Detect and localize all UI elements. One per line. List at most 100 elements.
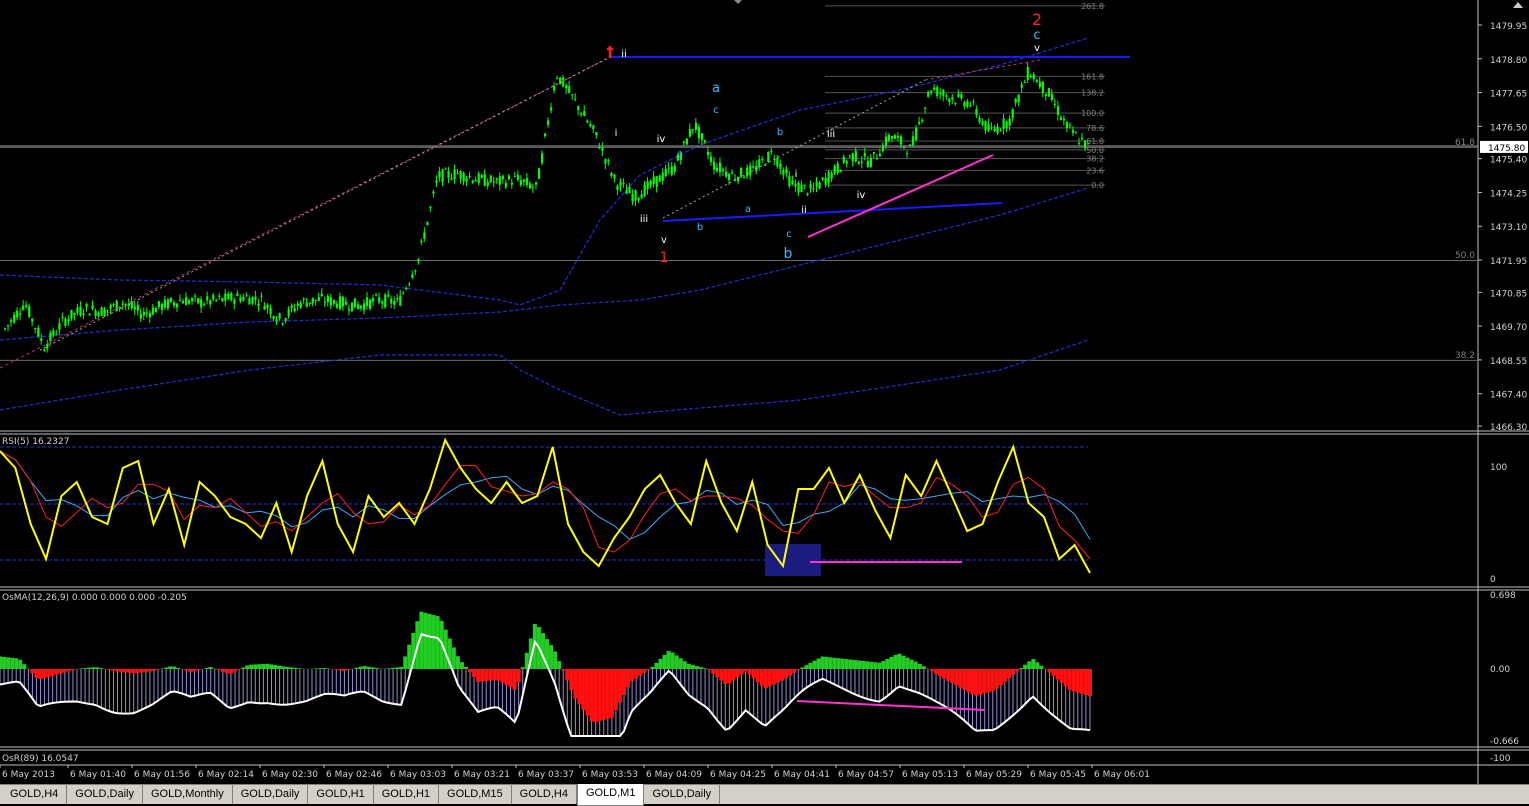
tab-gold-m1[interactable]: GOLD,M1 — [577, 784, 645, 806]
osma-bar — [521, 667, 525, 669]
osma-bar — [646, 669, 650, 670]
tab-gold-h1[interactable]: GOLD,H1 — [308, 785, 373, 804]
osma-scale-label: -0.666 — [1490, 737, 1519, 747]
candle-body — [1003, 118, 1005, 129]
osma-bar — [197, 669, 201, 670]
osma-bar — [837, 658, 841, 669]
candle-body — [336, 304, 338, 308]
candle-body — [49, 333, 51, 341]
osma-bar — [999, 669, 1003, 685]
osma-bar — [553, 652, 557, 669]
tab-gold-monthly[interactable]: GOLD,Monthly — [143, 785, 233, 804]
candle-body — [143, 312, 145, 315]
osma-bar — [432, 615, 436, 669]
osma-bar — [265, 664, 269, 669]
tab-gold-m15[interactable]: GOLD,M15 — [439, 785, 512, 804]
osma-bar — [821, 656, 825, 669]
fib-level-label: 50.0 — [1455, 251, 1475, 261]
envelope-line — [0, 38, 1088, 305]
osma-bar — [825, 657, 829, 669]
candle-body — [499, 176, 501, 185]
osma-bar — [225, 669, 229, 673]
fib-right-label: 38.2 — [1086, 155, 1104, 164]
tab-gold-h1[interactable]: GOLD,H1 — [374, 785, 439, 804]
osma-bar — [800, 667, 804, 669]
osma-bar — [902, 656, 906, 669]
price-tick-label: 1477.65 — [1490, 90, 1527, 100]
candle-body — [212, 295, 214, 300]
osma-pane[interactable]: OsMA(12,26,9) 0.000 0.000 0.000 -0.2050.… — [0, 591, 1519, 747]
tab-gold-h4[interactable]: GOLD,H4 — [2, 785, 67, 804]
osma-bar — [480, 669, 484, 682]
candle-body — [767, 152, 769, 162]
candle-body — [58, 323, 60, 330]
candle-body — [776, 158, 778, 167]
osma-bar — [776, 669, 780, 683]
osma-bar — [594, 669, 598, 722]
osma-bar — [472, 669, 476, 677]
candle-body — [327, 296, 329, 302]
osma-bar — [1031, 659, 1035, 669]
osma-bar — [2, 657, 6, 669]
candle-body — [671, 166, 673, 175]
osma-bar — [355, 668, 359, 669]
tab-gold-daily[interactable]: GOLD,Daily — [233, 785, 309, 804]
rsi-pane[interactable]: RSI(5) 16.23271000 — [0, 437, 1507, 585]
scroll-marker-icon[interactable] — [734, 0, 742, 4]
wave-label: i — [615, 128, 618, 139]
rsi-line[interactable] — [0, 440, 1090, 573]
support-trendline[interactable] — [663, 203, 1002, 221]
candle-body — [984, 121, 986, 131]
candle-body — [360, 305, 362, 308]
candle-body — [28, 306, 30, 317]
highlight-box[interactable] — [765, 544, 821, 576]
price-tick-label: 1478.80 — [1490, 56, 1527, 66]
price-pane[interactable]: 61.850.038.2261.8161.8138.2100.078.661.8… — [0, 2, 1478, 415]
fib-right-label: 0.0 — [1091, 181, 1104, 190]
candle-body — [523, 180, 525, 182]
osma-signal-line[interactable] — [0, 634, 1090, 736]
candle-body — [245, 295, 247, 296]
osma-bar — [1060, 669, 1064, 683]
wave-label: a — [745, 204, 751, 215]
candle-body — [819, 183, 821, 189]
osma-bar — [278, 666, 282, 669]
tab-gold-h4[interactable]: GOLD,H4 — [512, 785, 577, 804]
candle-body — [146, 313, 148, 314]
price-tick-label: 1469.70 — [1490, 323, 1527, 333]
candle-body — [921, 120, 923, 121]
candle-body — [487, 182, 489, 186]
price-axis[interactable]: 1479.951478.801477.651476.501475.801475.… — [1478, 22, 1528, 433]
osma-bar — [403, 656, 407, 669]
candle-body — [10, 320, 12, 322]
osma-bar — [496, 669, 500, 680]
osma-bar — [983, 669, 987, 693]
candle-body — [641, 194, 643, 198]
osma-divergence-line[interactable] — [797, 701, 985, 710]
osma-bar — [51, 669, 55, 676]
chart-shift-icon[interactable] — [1513, 2, 1523, 8]
osma-bar — [363, 666, 367, 669]
candle-body — [372, 298, 374, 301]
channel-line[interactable] — [0, 57, 610, 368]
candle-body — [1066, 122, 1068, 128]
chart-area[interactable]: 61.850.038.2261.8161.8138.2100.078.661.8… — [0, 0, 1529, 784]
rsi-signal-line — [0, 451, 1090, 539]
candle-body — [239, 297, 241, 301]
candle-body — [864, 153, 866, 156]
candle-body — [73, 313, 75, 315]
candle-body — [589, 124, 591, 126]
osma-bar — [1080, 669, 1084, 694]
bottom-indicator-pane[interactable]: OsR(89) 16.0547 — [2, 754, 79, 764]
candle-body — [595, 132, 597, 135]
candle-body — [453, 169, 455, 179]
tab-gold-daily[interactable]: GOLD,Daily — [67, 785, 143, 804]
wave-label: c — [786, 229, 792, 240]
time-tick-label: 6 May 04:41 — [774, 770, 830, 780]
tab-gold-daily[interactable]: GOLD,Daily — [644, 785, 720, 804]
osma-bar — [841, 659, 845, 669]
osma-bar — [991, 669, 995, 691]
osma-bar — [375, 668, 379, 669]
osma-bar — [894, 655, 898, 669]
candle-body — [1000, 130, 1002, 131]
